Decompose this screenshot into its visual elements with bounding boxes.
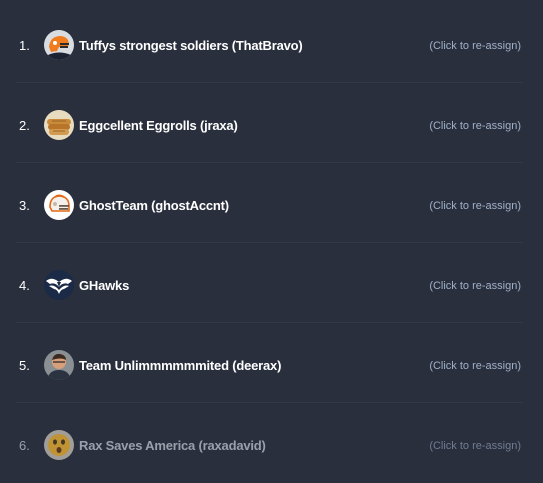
team-row-1[interactable]: 1. Tuffys strongest soldiers (ThatBravo)… [0,3,543,83]
team-name: GHawks [79,278,130,293]
team-row-4[interactable]: 4. GHawks (Click to re-assign) [0,243,543,323]
team-rank: 1. [19,38,30,53]
team-assignment-list: 1. Tuffys strongest soldiers (ThatBravo)… [0,0,543,479]
reassign-link[interactable]: (Click to re-assign) [429,119,521,133]
team-name: Rax Saves America (raxadavid) [79,438,266,453]
team-row-6[interactable]: 6. Rax Saves America (raxadavid) (Click … [0,403,543,483]
team-row-2[interactable]: 2. Eggcellent Eggrolls (jraxa) (Click to… [0,83,543,163]
hawk-logo-avatar-icon [44,270,74,300]
surprised-face-avatar-icon [44,430,74,460]
reassign-link[interactable]: (Click to re-assign) [429,39,521,53]
reassign-link[interactable]: (Click to re-assign) [429,199,521,213]
eggroll-avatar-icon [44,110,74,140]
helmet-avatar-icon [44,190,74,220]
football-helmet-avatar-icon [44,30,74,60]
person-photo-avatar-icon [44,350,74,380]
team-row-3[interactable]: 3. GhostTeam (ghostAccnt) (Click to re-a… [0,163,543,243]
reassign-link[interactable]: (Click to re-assign) [429,439,521,453]
team-name: Eggcellent Eggrolls (jraxa) [79,118,238,133]
reassign-link[interactable]: (Click to re-assign) [429,359,521,373]
team-name: Team Unlimmmmmmited (deerax) [79,358,282,373]
team-rank: 3. [19,198,30,213]
team-row-5[interactable]: 5. Team Unlimmmmmmited (deerax) (Click t… [0,323,543,403]
team-name: GhostTeam (ghostAccnt) [79,198,229,213]
team-name: Tuffys strongest soldiers (ThatBravo) [79,38,303,53]
team-rank: 4. [19,278,30,293]
team-rank: 6. [19,438,30,453]
team-rank: 5. [19,358,30,373]
reassign-link[interactable]: (Click to re-assign) [429,279,521,293]
team-rank: 2. [19,118,30,133]
